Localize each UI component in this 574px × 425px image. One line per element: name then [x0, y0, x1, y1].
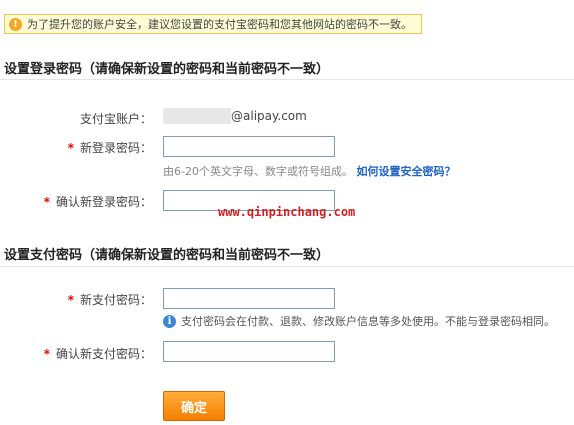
required-mark: * [67, 141, 74, 155]
required-mark: * [43, 195, 50, 209]
confirm-pay-password-input[interactable] [163, 341, 335, 362]
new-pay-password-input[interactable] [163, 288, 335, 309]
new-login-password-input[interactable] [163, 136, 335, 157]
section-divider [0, 266, 574, 267]
confirm-login-password-label-text: 确认新登录密码： [55, 195, 152, 209]
new-pay-password-label-text: 新支付密码： [79, 293, 152, 307]
confirm-login-password-label: * 确认新登录密码： [44, 193, 152, 210]
new-pay-password-label: * 新支付密码： [68, 291, 152, 308]
confirm-pay-password-label-text: 确认新支付密码： [55, 347, 152, 361]
notice-text: 为了提升您的账户安全，建议您设置的支付宝密码和您其他网站的密码不一致。 [27, 18, 412, 31]
new-login-password-label: * 新登录密码： [68, 139, 152, 156]
exclamation-icon: ! [9, 17, 22, 31]
security-notice: ! 为了提升您的账户安全，建议您设置的支付宝密码和您其他网站的密码不一致。 [4, 14, 422, 34]
login-password-hint-text: 由6-20个英文字母、数字或符号组成。 [163, 165, 353, 178]
account-suffix: @alipay.com [231, 109, 307, 123]
watermark-text: www.qinpinchang.com [218, 205, 356, 219]
confirm-pay-password-label: * 确认新支付密码： [44, 345, 152, 362]
password-help-link[interactable]: 如何设置安全密码？ [356, 165, 455, 178]
required-mark: * [43, 347, 50, 361]
pay-password-info-text: 支付密码会在付款、退款、修改账户信息等多处使用。不能与登录密码相同。 [181, 315, 555, 328]
submit-button[interactable]: 确定 [163, 391, 225, 421]
section-divider [0, 79, 574, 80]
required-mark: * [67, 293, 74, 307]
account-value: @alipay.com [163, 108, 307, 124]
account-mask [163, 108, 231, 124]
pay-password-info: i 支付密码会在付款、退款、修改账户信息等多处使用。不能与登录密码相同。 [163, 313, 555, 329]
login-password-hint: 由6-20个英文字母、数字或符号组成。 如何设置安全密码？ [163, 163, 455, 179]
info-icon: i [163, 314, 176, 328]
pay-section-title: 设置支付密码（请确保新设置的密码和当前密码不一致） [4, 248, 330, 263]
account-label: 支付宝账户： [79, 112, 152, 126]
login-section-title: 设置登录密码（请确保新设置的密码和当前密码不一致） [4, 62, 330, 77]
new-login-password-label-text: 新登录密码： [79, 141, 152, 155]
